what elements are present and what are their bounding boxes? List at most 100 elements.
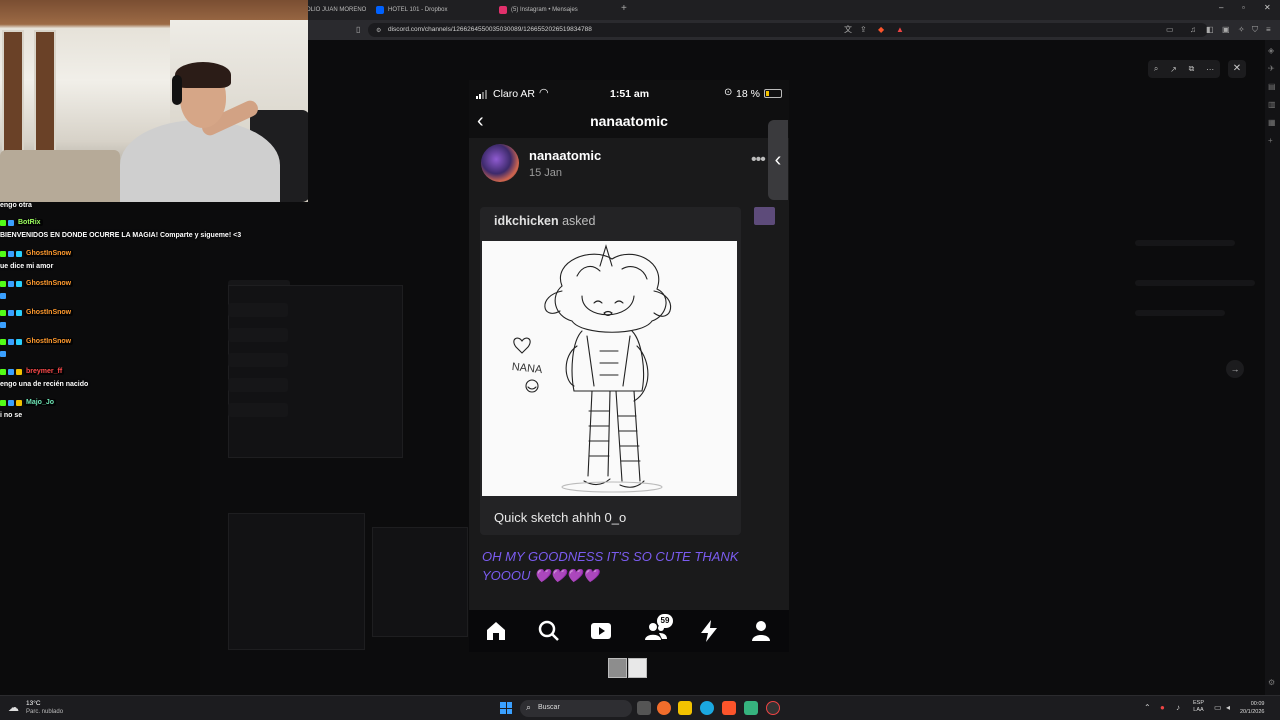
thumbnail[interactable] (628, 658, 647, 678)
avatar[interactable] (481, 144, 519, 182)
chat-username[interactable]: GhostInSnow (24, 250, 74, 257)
tab-instagram[interactable]: (5) Instagram • Mensajes (499, 2, 578, 18)
weather-icon[interactable]: ☁ (8, 701, 19, 714)
badge-icon (8, 309, 14, 316)
brave-shield-icon[interactable]: ◆ (878, 25, 884, 35)
notification-badge: 59 (657, 614, 673, 628)
vpn-icon[interactable]: ⛉ (1252, 25, 1258, 35)
chat-message: BIENVENIDOS EN DONDE OCURRE LA MAGIA! Co… (0, 232, 242, 239)
wallet-icon[interactable]: ▣ (1222, 25, 1230, 35)
badge-icon (8, 219, 14, 226)
extensions-icon[interactable]: ✧ (1238, 25, 1245, 35)
tab-label: HOTEL 101 - Dropbox (388, 7, 448, 13)
obs-icon[interactable] (766, 701, 780, 715)
chat-message: engo otra (0, 202, 32, 209)
maximize-icon[interactable]: ▫ (1242, 3, 1245, 12)
start-button[interactable] (500, 702, 512, 714)
minimize-icon[interactable]: – (1219, 3, 1223, 12)
reader-icon[interactable]: ◧ (1206, 25, 1214, 35)
share-icon[interactable]: ⇪ (860, 25, 867, 35)
clock[interactable]: 00:09 20/1/2026 (1240, 700, 1264, 716)
badge-icon (8, 280, 14, 287)
asker-avatar[interactable] (754, 207, 775, 225)
tab-olio[interactable]: OLIO JUAN MORENO (306, 2, 366, 18)
file-explorer-icon[interactable] (678, 701, 692, 715)
wifi-icon: ◠ (539, 87, 549, 99)
chat-message: ue dice mi amor (0, 263, 54, 270)
rail-icon[interactable]: ▦ (1268, 118, 1276, 127)
more-options-button[interactable]: ••• (751, 151, 766, 169)
tab-dropbox[interactable]: HOTEL 101 - Dropbox (376, 2, 447, 18)
tray-app-icon[interactable]: ● (1160, 703, 1165, 712)
battery-icon (764, 89, 782, 98)
app-icon[interactable] (657, 701, 671, 715)
chat-username[interactable]: GhostInSnow (24, 309, 74, 316)
badge-icon (0, 309, 6, 316)
rail-icon[interactable]: ▤ (1268, 82, 1276, 91)
badge-icon (16, 250, 22, 257)
next-image-button[interactable]: → (1226, 360, 1244, 378)
close-window-icon[interactable]: ✕ (1264, 3, 1271, 12)
browser-side-rail: ◈ ✈ ▤ ▥ ▦ + ⚙ (1265, 40, 1280, 695)
language-indicator[interactable]: ESP LAA (1193, 700, 1204, 714)
site-settings-icon[interactable]: ⚙ (376, 26, 381, 36)
screen: OLIO JUAN MORENO HOTEL 101 - Dropbox (5)… (0, 0, 1280, 720)
bookmark-icon[interactable]: ▯ (356, 25, 360, 35)
open-external-icon[interactable]: ⧉ (1189, 64, 1195, 74)
rewards-icon[interactable]: ▲ (896, 25, 904, 35)
address-bar: ▯ ⚙ discord.com/channels/126626455003503… (308, 20, 1280, 40)
close-viewer-button[interactable]: ✕ (1228, 60, 1246, 78)
rail-icon[interactable]: ◈ (1268, 46, 1274, 55)
home-icon[interactable] (484, 619, 508, 643)
edge-icon[interactable] (700, 701, 714, 715)
badge-icon (8, 338, 14, 345)
chat-user-row: GhostInSnow (0, 250, 74, 257)
brave-icon[interactable] (722, 701, 736, 715)
more-icon[interactable]: ⋯ (1206, 65, 1214, 74)
zoom-icon[interactable]: ⌕ (1154, 64, 1158, 74)
rail-icon[interactable]: ✈ (1268, 64, 1275, 73)
chibi-sketch: NANA (511, 244, 672, 493)
orientation-lock-icon: ⊙ (724, 87, 733, 98)
chat-username[interactable]: BotRix (16, 219, 43, 226)
forward-icon[interactable]: ↗ (1170, 65, 1177, 74)
profile-icon[interactable] (749, 619, 773, 643)
clock-time: 00:09 (1250, 701, 1265, 707)
menu-icon[interactable]: ≡ (1266, 25, 1271, 35)
sidebar-toggle-icon[interactable]: ▭ (1166, 25, 1174, 35)
network-icon[interactable]: ▭ (1214, 703, 1222, 712)
sketch-image[interactable]: NANA (482, 241, 737, 496)
rail-icon[interactable]: + (1268, 136, 1273, 145)
chat-username[interactable]: breymer_ff (24, 368, 65, 375)
collapse-side-tab[interactable]: ‹ (768, 120, 788, 200)
translate-icon[interactable]: 文 (844, 25, 852, 35)
asker-name[interactable]: idkchicken (494, 214, 559, 228)
badge-icon (16, 399, 22, 406)
badge-icon (0, 280, 6, 287)
volume-icon[interactable]: ◂ (1226, 703, 1230, 712)
mic-icon[interactable]: ♪ (1176, 703, 1180, 712)
chat-username[interactable]: GhostInSnow (24, 280, 74, 287)
video-icon[interactable] (589, 619, 613, 643)
chat-user-row: GhostInSnow (0, 338, 74, 345)
search-label: Buscar (538, 704, 560, 711)
status-time: 1:51 am (610, 88, 650, 100)
media-icon[interactable]: ♫ (1190, 25, 1196, 35)
thumbnail[interactable] (608, 658, 627, 678)
webcam-feed (0, 0, 308, 202)
chat-username[interactable]: Majo_Jo (24, 399, 57, 406)
rail-icon[interactable]: ▥ (1268, 100, 1276, 109)
store-icon[interactable] (744, 701, 758, 715)
asked-label: asked (562, 214, 596, 228)
bolt-icon[interactable] (697, 619, 721, 643)
badge-icon (0, 399, 6, 406)
search-icon[interactable] (537, 619, 561, 643)
settings-icon[interactable]: ⚙ (1268, 678, 1275, 687)
chat-username[interactable]: GhostInSnow (24, 338, 74, 345)
post-username[interactable]: nanaatomic (529, 148, 601, 163)
taskbar-search[interactable]: ⌕ Buscar (520, 700, 632, 717)
new-tab-button[interactable]: + (621, 3, 627, 14)
chevron-up-icon[interactable]: ⌃ (1144, 703, 1151, 712)
task-view-icon[interactable] (637, 701, 651, 715)
heart-emojis: 💜💜💜💜 (534, 568, 599, 583)
